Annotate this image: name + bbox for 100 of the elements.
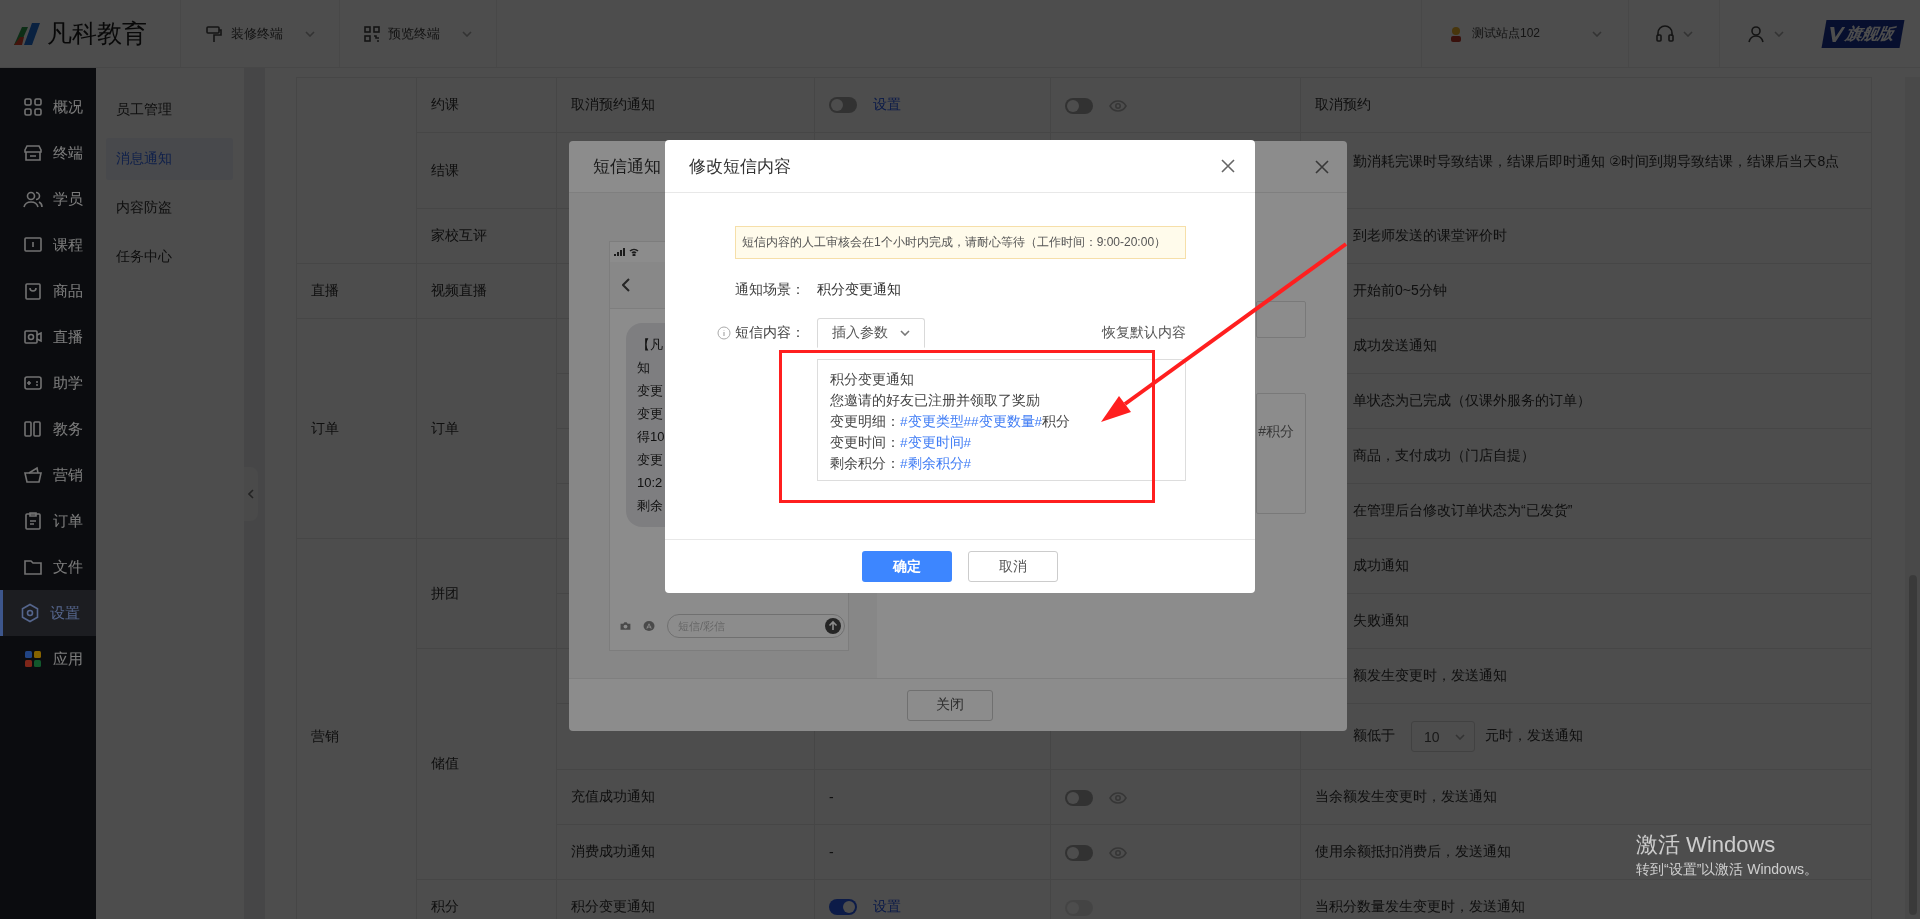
close-icon bbox=[1315, 159, 1329, 174]
message-text: 【凡 bbox=[637, 336, 663, 354]
sidebar-item[interactable]: 营销 bbox=[0, 452, 96, 498]
cancel-button[interactable]: 取消 bbox=[968, 551, 1058, 582]
category-cell: 营销 bbox=[296, 538, 417, 919]
table-cell: 约课 bbox=[416, 77, 557, 133]
message-text: 得10 bbox=[637, 428, 665, 446]
sidebar-item[interactable]: 概况 bbox=[0, 84, 96, 130]
description-text: 到老师发送的课堂评价时 bbox=[1353, 227, 1507, 243]
description-text: 开始前0~5分钟 bbox=[1353, 282, 1447, 298]
user-icon bbox=[1746, 23, 1766, 44]
table-cell: 取消预约通知 bbox=[556, 77, 815, 133]
screen-icon bbox=[23, 235, 43, 255]
description-text: 失败通知 bbox=[1353, 612, 1409, 628]
close-button[interactable] bbox=[1221, 159, 1235, 173]
table-cell: 充值成功通知 bbox=[556, 769, 815, 825]
message-text: 剩余 bbox=[637, 497, 663, 515]
table-cell: 消费成功通知 bbox=[556, 824, 815, 880]
description-text: 在管理后台修改订单状态为“已发货” bbox=[1353, 502, 1573, 518]
message-textarea[interactable]: 积分变更通知 您邀请的好友已注册并领取了奖励 变更明细：#变更类型##变更数量#积分 变更时间：#变更时间# 剩余积分：#剩余积分# bbox=[817, 359, 1186, 481]
description-text: 当余额发生变更时，发送通知 bbox=[1315, 788, 1497, 804]
dialog-title: 短信通知 bbox=[593, 156, 661, 178]
chevron-left-icon bbox=[622, 278, 630, 292]
category-cell: 订单 bbox=[296, 318, 417, 539]
chevron-left-icon bbox=[248, 489, 254, 499]
gamepad-icon bbox=[23, 373, 43, 393]
field-label: 通知场景： bbox=[735, 281, 806, 299]
sidebar-item[interactable]: 商品 bbox=[0, 268, 96, 314]
description-text: 勤消耗完课时导致结课，结课后即时通知 ②时间到期导致结课，结课后当天8点 bbox=[1353, 153, 1840, 169]
toggle-switch[interactable] bbox=[829, 899, 857, 916]
wifi-icon bbox=[629, 248, 639, 256]
chevron-down-icon bbox=[462, 30, 472, 37]
info-icon bbox=[717, 326, 731, 340]
sidebar-item[interactable]: 文件 bbox=[0, 544, 96, 590]
table-cell: 储值 bbox=[416, 648, 557, 880]
confirm-button[interactable]: 确定 bbox=[862, 551, 952, 582]
toggle-switch[interactable] bbox=[1065, 789, 1093, 806]
table-cell: 结课 bbox=[416, 132, 557, 209]
toggle-switch[interactable] bbox=[1065, 97, 1093, 114]
columns-icon bbox=[23, 419, 43, 439]
message-text: 知 bbox=[637, 359, 650, 377]
toggle-switch[interactable] bbox=[829, 97, 857, 114]
collapse-button[interactable] bbox=[244, 467, 258, 521]
table-cell: 拼团 bbox=[416, 538, 557, 649]
folder-icon bbox=[23, 557, 43, 577]
description-text: 成功通知 bbox=[1353, 557, 1409, 573]
description-text: 元时，发送通知 bbox=[1485, 727, 1583, 744]
settings-icon bbox=[20, 603, 40, 623]
arrow-up-icon bbox=[824, 617, 842, 635]
edition-label: 旗舰版 bbox=[1844, 23, 1896, 44]
field-label: 短信内容： bbox=[735, 324, 806, 342]
description-text: 额发生变更时，发送通知 bbox=[1353, 667, 1507, 683]
sidebar-item[interactable]: 学员 bbox=[0, 176, 96, 222]
category-cell: 直播 bbox=[296, 263, 417, 319]
close-icon bbox=[1221, 159, 1235, 173]
sidebar-item[interactable]: 设置 bbox=[0, 590, 96, 636]
chevron-down-icon bbox=[1774, 30, 1784, 37]
sidebar-item[interactable]: 直播 bbox=[0, 314, 96, 360]
sidebar-item[interactable]: 终端 bbox=[0, 130, 96, 176]
sidebar-item[interactable]: 订单 bbox=[0, 498, 96, 544]
message-text: 变更 bbox=[637, 405, 663, 423]
description-text: 成功发送通知 bbox=[1353, 337, 1437, 353]
table-cell: 订单 bbox=[416, 318, 557, 539]
description-text: 使用余额抵扣消费后，发送通知 bbox=[1315, 843, 1511, 859]
grid-icon bbox=[364, 25, 380, 42]
message-text: 10:2 bbox=[637, 474, 663, 492]
scene-value: 积分变更通知 bbox=[817, 281, 901, 299]
bag-icon bbox=[23, 281, 43, 301]
description-text: 取消预约 bbox=[1315, 96, 1371, 112]
content-field[interactable]: #积分 bbox=[1256, 393, 1306, 514]
description-text: 单状态为已完成（仅课外服务的订单） bbox=[1353, 392, 1591, 408]
table-cell: 家校互评 bbox=[416, 208, 557, 264]
chevron-down-icon bbox=[1683, 30, 1693, 37]
table-cell: - bbox=[829, 844, 834, 860]
signal-icon bbox=[614, 248, 626, 256]
table-cell: 视频直播 bbox=[416, 263, 557, 319]
close-button[interactable] bbox=[1315, 159, 1329, 174]
sidebar-item[interactable]: 课程 bbox=[0, 222, 96, 268]
logo-icon bbox=[12, 20, 42, 47]
sidebar-item[interactable]: 应用 bbox=[0, 636, 96, 682]
input-field[interactable] bbox=[1256, 301, 1306, 338]
toggle-switch[interactable] bbox=[1065, 844, 1093, 861]
table-cell: - bbox=[829, 789, 834, 805]
insert-parameter-dropdown[interactable]: 插入参数 bbox=[817, 318, 925, 348]
description-text: 当积分数量发生变更时，发送通知 bbox=[1315, 898, 1525, 914]
message-text: 变更 bbox=[637, 451, 663, 469]
store-icon bbox=[23, 143, 43, 163]
logo-text: 凡科教育 bbox=[47, 18, 147, 49]
basket-icon bbox=[23, 465, 43, 485]
headset-icon bbox=[1655, 23, 1675, 44]
grid-icon bbox=[23, 97, 43, 117]
chevron-down-icon bbox=[1455, 733, 1465, 740]
roller-icon bbox=[205, 24, 223, 43]
sidebar-item[interactable]: 教务 bbox=[0, 406, 96, 452]
close-dialog-button[interactable]: 关闭 bbox=[907, 689, 993, 721]
chevron-down-icon bbox=[900, 330, 910, 336]
sidebar-item[interactable]: 助学 bbox=[0, 360, 96, 406]
clipboard-icon bbox=[23, 511, 43, 531]
restore-default-link[interactable]: 恢复默认内容 bbox=[1102, 324, 1186, 342]
review-notice: 短信内容的人工审核会在1个小时内完成，请耐心等待（工作时间：9:00-20:00） bbox=[735, 226, 1186, 259]
